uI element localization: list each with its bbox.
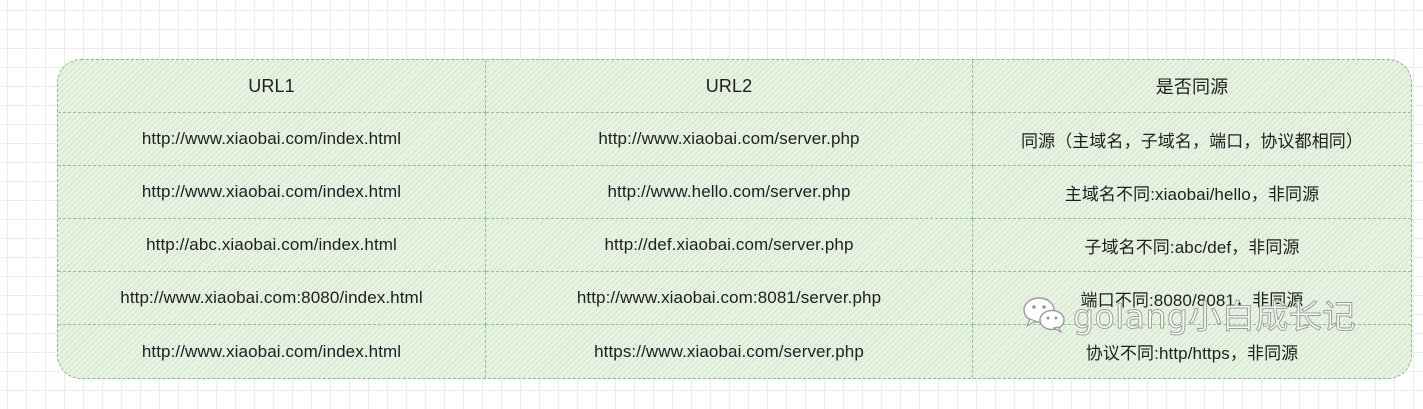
row-4-result: 端口不同:8080/8081，非同源 (973, 272, 1411, 325)
table-grid: URL1 URL2 是否同源 http://www.xiaobai.com/in… (58, 60, 1411, 378)
row-3-result: 子域名不同:abc/def，非同源 (973, 219, 1411, 272)
row-3-url2: http://def.xiaobai.com/server.php (486, 219, 973, 272)
row-1-url2: http://www.xiaobai.com/server.php (486, 113, 973, 166)
row-5-url2: https://www.xiaobai.com/server.php (486, 325, 973, 378)
header-url1: URL1 (58, 60, 486, 113)
row-4-url1: http://www.xiaobai.com:8080/index.html (58, 272, 486, 325)
row-3-url1: http://abc.xiaobai.com/index.html (58, 219, 486, 272)
row-2-url1: http://www.xiaobai.com/index.html (58, 166, 486, 219)
row-5-result: 协议不同:http/https，非同源 (1085, 344, 1299, 363)
row-5-url1: http://www.xiaobai.com/index.html (58, 325, 486, 378)
row-2-result: 主域名不同:xiaobai/hello，非同源 (973, 166, 1411, 219)
header-url2: URL2 (486, 60, 973, 113)
header-same-origin: 是否同源 (973, 60, 1411, 113)
row-4-url2: http://www.xiaobai.com:8081/server.php (486, 272, 973, 325)
row-1-result: 同源（主域名，子域名，端口，协议都相同） (973, 113, 1411, 166)
comparison-table: URL1 URL2 是否同源 http://www.xiaobai.com/in… (57, 59, 1412, 379)
row-2-url2: http://www.hello.com/server.php (486, 166, 973, 219)
row-1-url1: http://www.xiaobai.com/index.html (58, 113, 486, 166)
